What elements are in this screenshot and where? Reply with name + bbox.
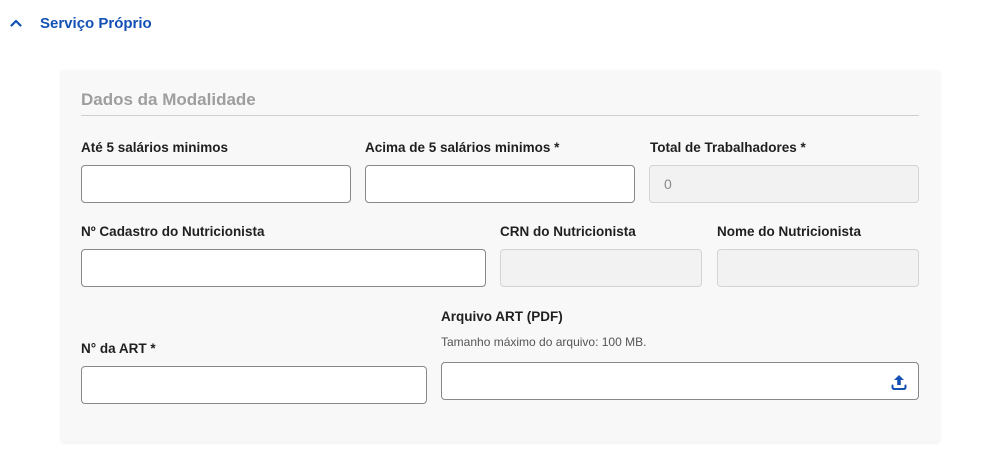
cadastro-label: Nº Cadastro do Nutricionista: [81, 224, 265, 239]
arquivo-label: Arquivo ART (PDF): [441, 309, 563, 324]
acima5-input[interactable]: [365, 165, 635, 203]
section-toggle[interactable]: Serviço Próprio: [10, 12, 152, 34]
art-input[interactable]: [81, 366, 427, 404]
crn-nutricionista-input: [500, 249, 702, 287]
arquivo-hint: Tamanho máximo do arquivo: 100 MB.: [441, 335, 647, 349]
ate5-input[interactable]: [81, 165, 351, 203]
total-label: Total de Trabalhadores *: [650, 140, 806, 155]
section-title: Serviço Próprio: [40, 14, 152, 32]
ate5-label: Até 5 salários minimos: [81, 140, 229, 155]
crn-label: CRN do Nutricionista: [500, 224, 636, 239]
total-trabalhadores-input: [649, 165, 919, 203]
nome-nutricionista-input: [717, 249, 919, 287]
upload-icon[interactable]: [890, 373, 908, 391]
chevron-up-icon: [10, 19, 22, 27]
cadastro-nutricionista-input[interactable]: [81, 249, 486, 287]
modalidade-card: Dados da Modalidade Até 5 salários minim…: [61, 70, 940, 442]
card-divider: [81, 115, 919, 116]
nome-label: Nome do Nutricionista: [717, 224, 862, 239]
arquivo-file-input[interactable]: [441, 362, 919, 400]
acima5-label: Acima de 5 salários minimos *: [365, 140, 560, 155]
card-title: Dados da Modalidade: [81, 90, 256, 109]
art-label: N° da ART *: [81, 341, 156, 356]
